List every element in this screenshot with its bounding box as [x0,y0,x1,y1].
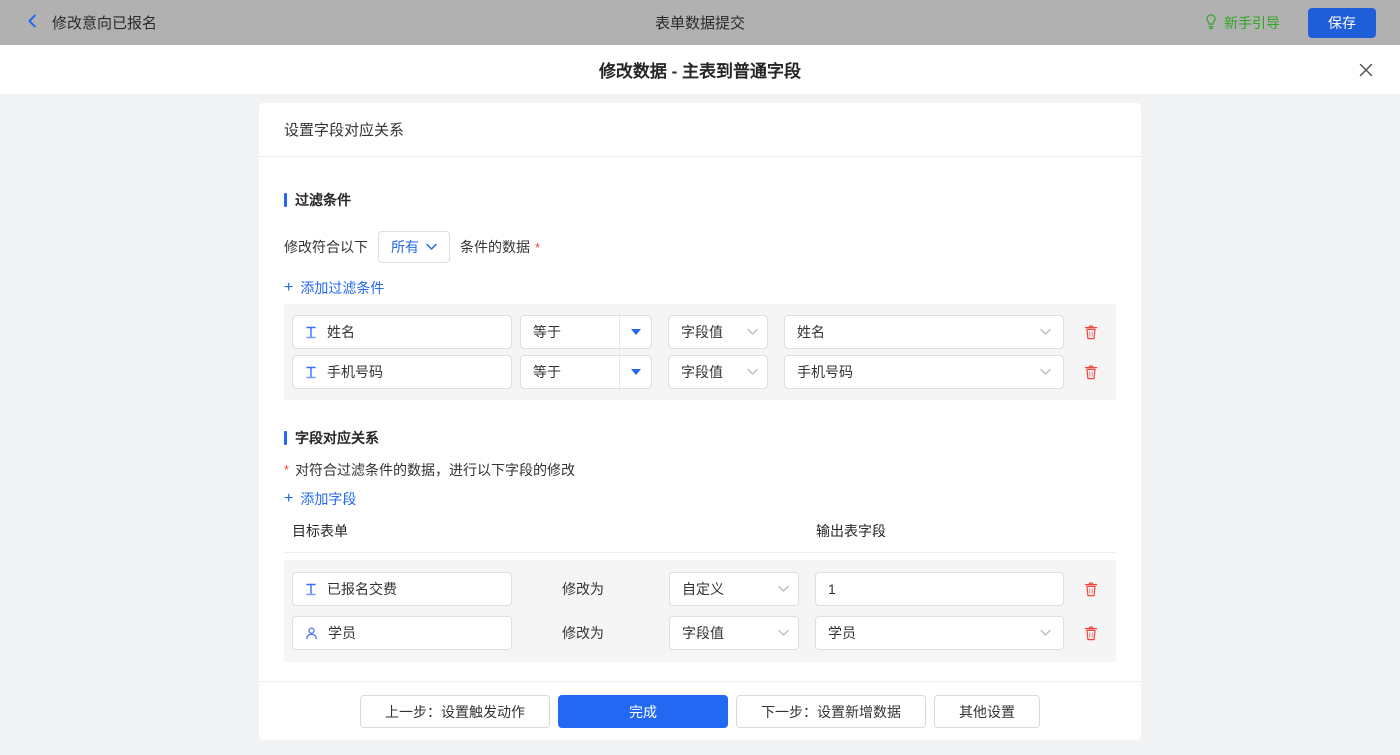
other-settings-button[interactable]: 其他设置 [934,695,1040,728]
delete-row-icon[interactable] [1083,625,1099,642]
back-label[interactable]: 修改意向已报名 [52,12,157,33]
target-field-value: 已报名交费 [327,579,397,599]
operator-dropdown-zone[interactable] [619,356,651,388]
filter-rows-block: 姓名 等于 字段值 姓名 [284,304,1116,400]
modal-title: 修改数据 - 主表到普通字段 [599,57,801,82]
modify-as-label: 修改为 [562,579,669,599]
mapping-rows-block: 已报名交费 修改为 自定义 [284,560,1116,662]
section-marker [284,193,287,207]
match-mode-select[interactable]: 所有 [378,231,450,263]
match-mode-value: 所有 [391,237,419,257]
operator-select[interactable]: 等于 [520,315,652,349]
page-title: 表单数据提交 [0,12,1400,33]
add-filter-condition-link[interactable]: + 添加过滤条件 [284,278,384,298]
done-button[interactable]: 完成 [558,695,728,728]
chevron-down-icon [778,629,789,637]
operator-value: 等于 [521,322,619,342]
back-button[interactable] [24,12,42,33]
filter-field-value: 手机号码 [327,362,383,382]
chevron-down-icon [778,585,789,593]
target-field-value: 学员 [328,623,356,643]
beginner-guide-label: 新手引导 [1224,13,1280,33]
section-marker [284,431,287,445]
person-icon [304,626,319,641]
modify-type-value: 字段值 [682,623,724,643]
add-field-link[interactable]: + 添加字段 [284,489,356,509]
save-button[interactable]: 保存 [1308,8,1376,38]
operator-dropdown-zone[interactable] [619,316,651,348]
column-target-form: 目标表单 [284,521,816,541]
close-icon[interactable] [1358,62,1374,78]
value-select[interactable]: 姓名 [784,315,1064,349]
settings-card: 设置字段对应关系 过滤条件 修改符合以下 所有 条件的数据 * + 添加过滤条件 [259,103,1141,740]
value-type-select[interactable]: 字段值 [668,355,768,389]
chevron-left-icon [24,12,42,33]
match-condition-row: 修改符合以下 所有 条件的数据 * [284,231,1116,263]
chevron-down-icon [1040,629,1051,637]
filter-section-label: 过滤条件 [295,190,351,210]
top-bar: 表单数据提交 修改意向已报名 新手引导 保存 [0,0,1400,45]
filter-field-input[interactable]: 姓名 [292,315,512,349]
plus-icon: + [284,281,293,295]
mapping-section-title: 字段对应关系 [284,428,1116,448]
modify-type-select[interactable]: 自定义 [669,572,799,606]
chevron-down-icon [747,328,758,336]
filter-field-value: 姓名 [327,322,355,342]
filter-row: 手机号码 等于 字段值 手机号码 [292,355,1108,389]
mapping-column-headers: 目标表单 输出表字段 [284,521,1116,541]
card-footer: 上一步：设置触发动作 完成 下一步：设置新增数据 其他设置 [259,681,1141,740]
modify-type-value: 自定义 [682,579,724,599]
delete-row-icon[interactable] [1083,364,1099,381]
next-step-button[interactable]: 下一步：设置新增数据 [736,695,926,728]
value-type-value: 字段值 [681,322,723,342]
column-output-field: 输出表字段 [816,521,886,541]
modal-header: 修改数据 - 主表到普通字段 [0,45,1400,95]
target-field-input[interactable]: 学员 [292,616,512,650]
caret-down-icon [631,329,641,335]
required-asterisk: * [284,462,289,477]
prev-step-button[interactable]: 上一步：设置触发动作 [360,695,550,728]
filter-section-title: 过滤条件 [284,190,1116,210]
chevron-down-icon [747,368,758,376]
operator-value: 等于 [521,362,619,382]
output-field-select[interactable]: 学员 [815,616,1064,650]
text-field-icon [304,582,318,597]
custom-value-input[interactable] [815,572,1064,606]
caret-down-icon [631,369,641,375]
value-select-value: 姓名 [797,322,825,342]
mapping-description-row: * 对符合过滤条件的数据，进行以下字段的修改 [284,460,1116,480]
value-select-value: 手机号码 [797,362,853,382]
plus-icon: + [284,492,293,506]
delete-row-icon[interactable] [1083,581,1099,598]
add-field-label: 添加字段 [300,489,356,509]
mapping-row: 已报名交费 修改为 自定义 [292,572,1108,606]
required-asterisk: * [535,240,540,255]
beginner-guide-link[interactable]: 新手引导 [1203,13,1280,33]
modify-as-label: 修改为 [562,623,669,643]
filter-field-input[interactable]: 手机号码 [292,355,512,389]
match-prefix-label: 修改符合以下 [284,237,368,257]
text-field-icon [304,325,318,340]
output-field-value: 学员 [828,623,856,643]
value-select[interactable]: 手机号码 [784,355,1064,389]
card-header-title: 设置字段对应关系 [259,103,1141,157]
operator-select[interactable]: 等于 [520,355,652,389]
mapping-row: 学员 修改为 字段值 学员 [292,616,1108,650]
chevron-down-icon [1040,328,1051,336]
filter-row: 姓名 等于 字段值 姓名 [292,315,1108,349]
target-field-input[interactable]: 已报名交费 [292,572,512,606]
text-field-icon [304,365,318,380]
delete-row-icon[interactable] [1083,324,1099,341]
value-type-value: 字段值 [681,362,723,382]
chevron-down-icon [1040,368,1051,376]
column-header-divider [284,552,1116,553]
chevron-down-icon [426,243,437,251]
add-filter-condition-label: 添加过滤条件 [300,278,384,298]
mapping-description: 对符合过滤条件的数据，进行以下字段的修改 [295,460,575,480]
lightbulb-icon [1203,13,1219,33]
match-suffix-label: 条件的数据 [460,237,530,257]
value-type-select[interactable]: 字段值 [668,315,768,349]
modify-type-select[interactable]: 字段值 [669,616,799,650]
mapping-section-label: 字段对应关系 [295,428,379,448]
